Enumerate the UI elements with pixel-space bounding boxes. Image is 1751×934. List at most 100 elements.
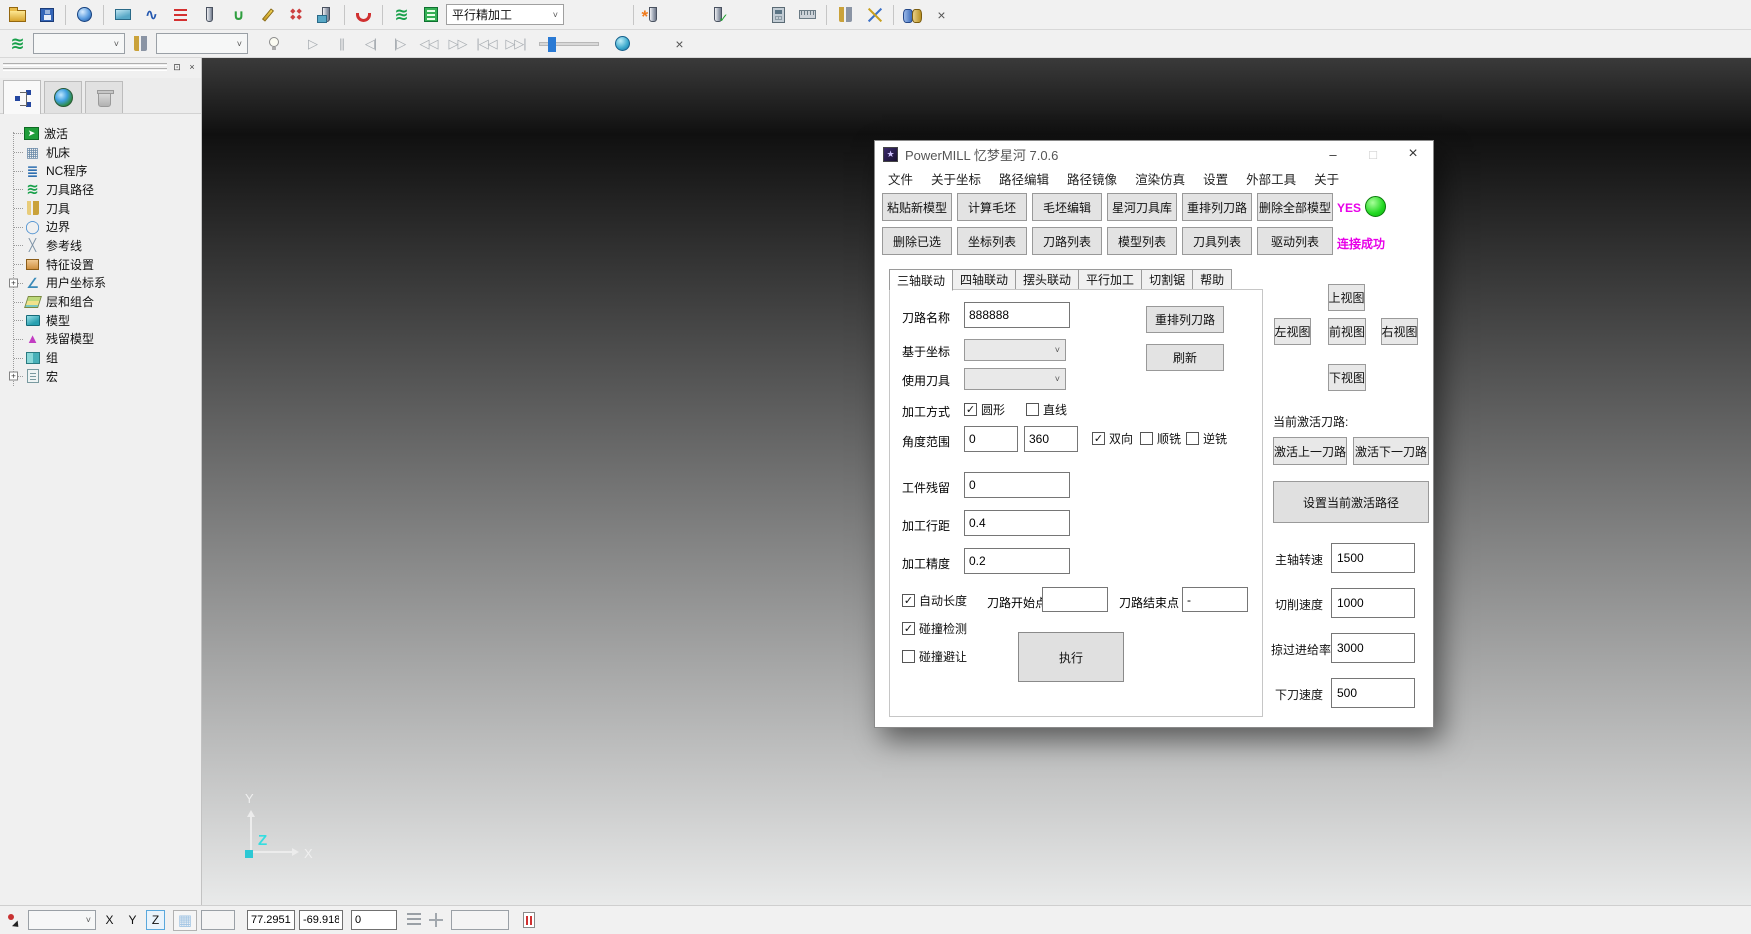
menu-settings[interactable]: 设置 <box>1194 169 1237 188</box>
go-end-button[interactable]: ▷▷| <box>502 32 529 56</box>
view-bottom-button[interactable]: 下视图 <box>1328 364 1366 391</box>
view-right-button[interactable]: 右视图 <box>1381 318 1418 345</box>
menu-path-mirror[interactable]: 路径镜像 <box>1058 169 1126 188</box>
strategy-combo[interactable]: 平行精加工 ˅ <box>446 4 564 25</box>
circle-checkbox[interactable] <box>964 403 977 416</box>
web-tab[interactable] <box>44 81 82 113</box>
view-top-button[interactable]: 上视图 <box>1328 284 1365 311</box>
axis-x-button[interactable]: X <box>100 910 119 930</box>
open-file-icon[interactable] <box>4 3 31 27</box>
tab-head[interactable]: 摆头联动 <box>1015 269 1079 290</box>
save-icon[interactable] <box>33 3 60 27</box>
tool-star-icon[interactable] <box>639 3 666 27</box>
stock-input[interactable] <box>964 472 1070 498</box>
refresh-button[interactable]: 刷新 <box>1146 344 1224 371</box>
close-panel-button[interactable]: × <box>186 61 198 73</box>
coord-list-button[interactable]: 坐标列表 <box>957 227 1027 255</box>
tab-saw[interactable]: 切割锯 <box>1141 269 1193 290</box>
ruler-icon[interactable] <box>794 3 821 27</box>
coord-z-input[interactable] <box>351 910 397 930</box>
toolpath-name-input[interactable] <box>964 302 1070 328</box>
tree-item-nc-program[interactable]: NC程序 <box>6 161 201 180</box>
tree-item-toolpath[interactable]: 刀具路径 <box>6 180 201 199</box>
close-toolbar-button[interactable] <box>928 3 955 27</box>
collision-avoid-checkbox[interactable] <box>902 650 915 663</box>
speed-slider[interactable] <box>539 42 599 46</box>
spindle-input[interactable] <box>1331 543 1415 573</box>
coord-y-input[interactable] <box>299 910 343 930</box>
menu-external-tools[interactable]: 外部工具 <box>1237 169 1305 188</box>
maximize-icon[interactable] <box>1353 141 1393 167</box>
tool-check-icon[interactable] <box>704 3 731 27</box>
simulation-arc-icon[interactable] <box>350 3 377 27</box>
clock-icon[interactable] <box>609 32 636 56</box>
bidirectional-checkbox[interactable] <box>1092 432 1105 445</box>
axis-z-button[interactable]: Z <box>146 910 165 930</box>
tolerance-input[interactable] <box>964 548 1070 574</box>
rearrange-button[interactable]: 重排列刀路 <box>1146 306 1224 333</box>
tree-item-machine[interactable]: 机床 <box>6 143 201 162</box>
viewmill-coil-icon[interactable] <box>4 32 31 56</box>
auto-length-checkbox[interactable] <box>902 594 915 607</box>
go-start-button[interactable]: |◁◁ <box>473 32 500 56</box>
tab-3axis[interactable]: 三轴联动 <box>889 269 953 291</box>
workplane-combo[interactable]: ˅ <box>28 910 96 930</box>
rearrange-toolpaths-button[interactable]: 重排列刀路 <box>1182 193 1252 221</box>
coord-x-input[interactable] <box>247 910 295 930</box>
delete-all-models-button[interactable]: 删除全部模型 <box>1257 193 1333 221</box>
toolpath-list-button[interactable]: 刀路列表 <box>1032 227 1102 255</box>
snap-field[interactable] <box>201 910 235 930</box>
tool-list-button[interactable]: 刀具列表 <box>1182 227 1252 255</box>
use-tool-combo[interactable]: ˅ <box>964 368 1066 390</box>
menu-about[interactable]: 关于 <box>1305 169 1348 188</box>
toolpath-create-icon[interactable] <box>138 3 165 27</box>
activate-prev-button[interactable]: 激活上一刀路 <box>1273 437 1347 465</box>
calculator-icon[interactable] <box>765 3 792 27</box>
block-icon[interactable] <box>109 3 136 27</box>
pause-button[interactable]: || <box>328 32 355 56</box>
slider-knob[interactable] <box>548 37 556 52</box>
float-panel-button[interactable]: ⊡ <box>171 61 183 73</box>
measure-field[interactable] <box>451 910 509 930</box>
tab-help[interactable]: 帮助 <box>1192 269 1232 290</box>
tool-pair-icon[interactable] <box>832 3 859 27</box>
tool-library-button[interactable]: 星河刀具库 <box>1107 193 1177 221</box>
climb-checkbox[interactable] <box>1140 432 1153 445</box>
tree-item-group[interactable]: 组 <box>6 348 201 367</box>
points-icon[interactable] <box>283 3 310 27</box>
tool-pair-icon[interactable] <box>127 32 154 56</box>
execute-button[interactable]: 执行 <box>1018 632 1124 682</box>
line-checkbox[interactable] <box>1026 403 1039 416</box>
point-marker-icon[interactable] <box>2 908 28 932</box>
tab-parallel[interactable]: 平行加工 <box>1078 269 1142 290</box>
tree-item-levels[interactable]: 层和组合 <box>6 292 201 311</box>
tree-item-workplane[interactable]: 用户坐标系 <box>6 274 201 293</box>
minimize-icon[interactable] <box>1313 141 1353 167</box>
tree-item-stock-model[interactable]: 残留模型 <box>6 330 201 349</box>
toolpath-list-icon[interactable] <box>417 3 444 27</box>
model-list-button[interactable]: 模型列表 <box>1107 227 1177 255</box>
block-edit-button[interactable]: 毛坯编辑 <box>1032 193 1102 221</box>
collision-check-checkbox[interactable] <box>902 622 915 635</box>
explorer-tree-tab[interactable] <box>3 80 41 114</box>
menu-about-coord[interactable]: 关于坐标 <box>922 169 990 188</box>
rewind-button[interactable]: ◁◁ <box>415 32 442 56</box>
angle-to-input[interactable] <box>1024 426 1078 452</box>
close-icon[interactable] <box>1393 141 1433 167</box>
axis-y-button[interactable]: Y <box>123 910 142 930</box>
grid-snap-button[interactable] <box>173 910 197 931</box>
viewmill-coil-icon[interactable] <box>388 3 415 27</box>
recycle-tab[interactable] <box>85 81 123 113</box>
expand-icon[interactable] <box>9 372 18 381</box>
swap-arrows-icon[interactable] <box>861 3 888 27</box>
menu-file[interactable]: 文件 <box>879 169 922 188</box>
tree-item-boundary[interactable]: 边界 <box>6 217 201 236</box>
drive-list-button[interactable]: 驱动列表 <box>1257 227 1333 255</box>
view-left-button[interactable]: 左视图 <box>1274 318 1311 345</box>
collision-barrels-icon[interactable] <box>899 3 926 27</box>
menu-render-sim[interactable]: 渲染仿真 <box>1126 169 1194 188</box>
angle-from-input[interactable] <box>964 426 1018 452</box>
blue-sphere-icon[interactable] <box>71 3 98 27</box>
dialog-titlebar[interactable]: PowerMILL 忆梦星河 7.0.6 <box>875 141 1433 167</box>
based-coord-combo[interactable]: ˅ <box>964 339 1066 361</box>
